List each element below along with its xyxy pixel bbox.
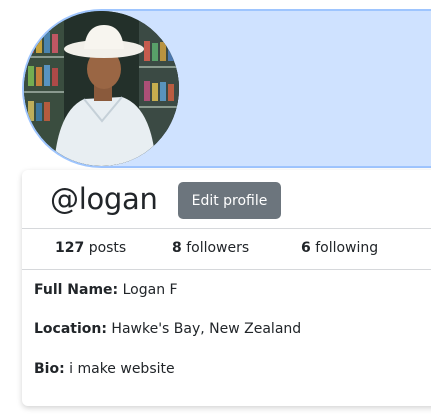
bio-row: Bio: i make website [34,361,175,377]
divider [22,228,431,229]
posts-stat[interactable]: 127 posts [55,240,126,256]
bio-value: i make website [69,361,175,377]
following-label: following [315,240,379,256]
followers-count: 8 [172,240,182,256]
posts-label: posts [88,240,127,256]
followers-stat[interactable]: 8 followers [172,240,249,256]
bio-label: Bio: [34,361,65,377]
followers-label: followers [186,240,250,256]
location-label: Location: [34,321,107,337]
avatar[interactable] [24,11,179,166]
full-name-label: Full Name: [34,282,119,298]
location-row: Location: Hawke's Bay, New Zealand [34,321,301,337]
divider [22,269,431,270]
profile-handle: @logan [50,182,158,216]
location-value: Hawke's Bay, New Zealand [111,321,302,337]
avatar-image [24,11,179,166]
following-count: 6 [301,240,311,256]
profile-card: @logan Edit profile 127 posts 8 follower… [22,170,431,406]
following-stat[interactable]: 6 following [301,240,378,256]
edit-profile-button[interactable]: Edit profile [178,182,281,219]
posts-count: 127 [55,240,85,256]
full-name-row: Full Name: Logan F [34,282,178,298]
full-name-value: Logan F [122,282,178,298]
